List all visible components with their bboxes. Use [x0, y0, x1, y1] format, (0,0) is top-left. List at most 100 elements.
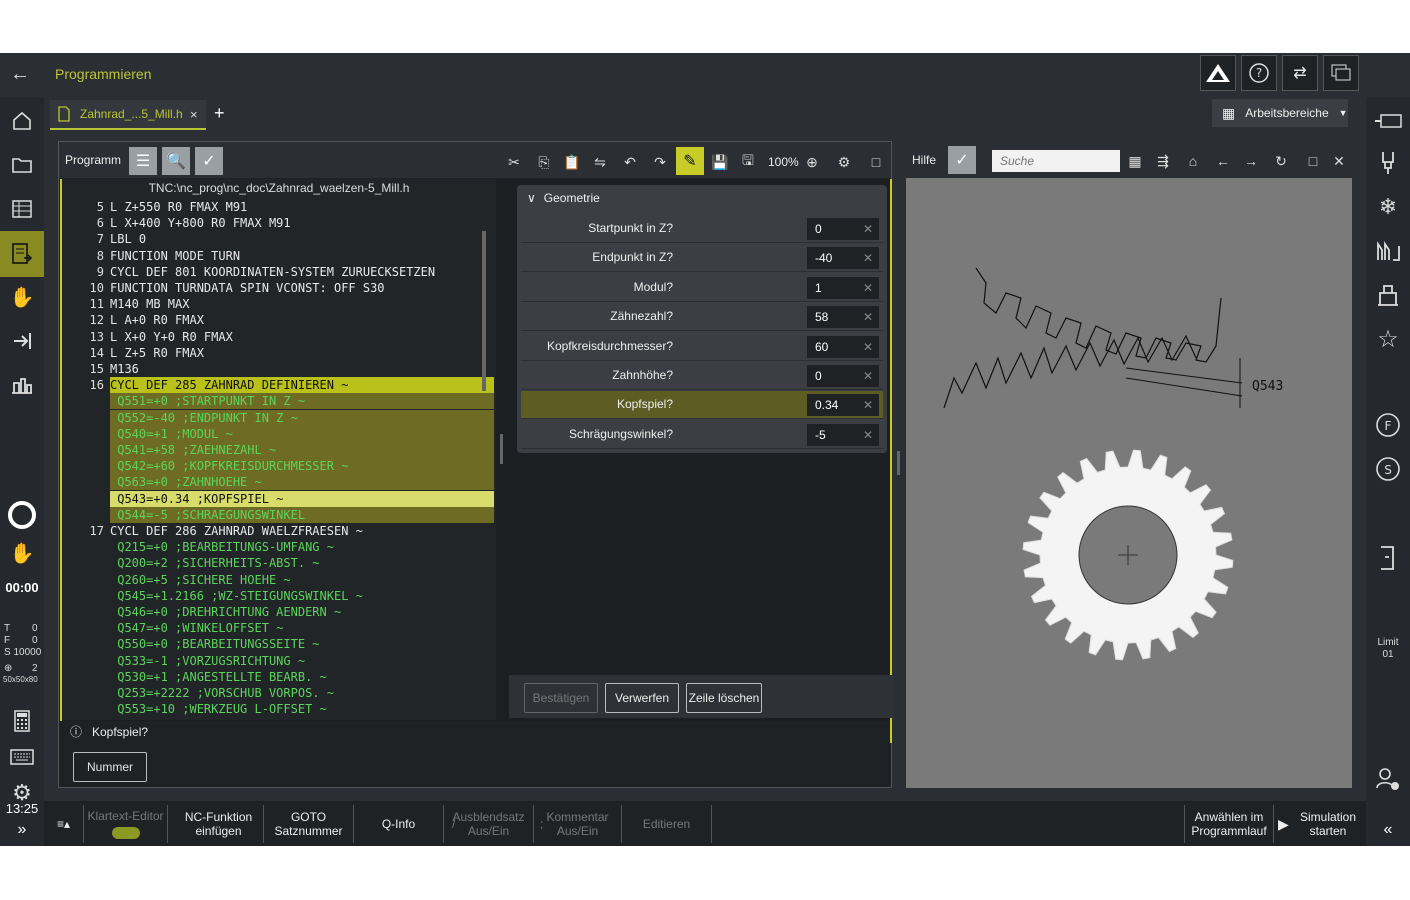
goto-button[interactable]: GOTO Satznummer	[264, 805, 354, 843]
field-input[interactable]: -40 ✕	[807, 247, 879, 270]
door-icon[interactable]	[1366, 537, 1410, 577]
code-line[interactable]: 15 M136	[62, 361, 492, 377]
code-line[interactable]: Q543=+0.34 ;KOPFSPIEL ~	[62, 490, 494, 507]
scrollbar[interactable]	[482, 231, 486, 391]
code-line[interactable]: 14 L Z+5 R0 FMAX	[62, 345, 492, 361]
search-icon[interactable]: 🔍	[162, 147, 190, 175]
start-simulation-button[interactable]: ▶ Simulation starten	[1274, 805, 1364, 843]
splitter[interactable]	[500, 434, 503, 464]
clear-icon[interactable]: ✕	[863, 424, 873, 446]
clear-icon[interactable]: ✕	[863, 277, 873, 299]
expand-icon[interactable]: »	[0, 821, 44, 839]
panel-splitter[interactable]	[897, 451, 900, 475]
q-info-button[interactable]: Q-Info	[354, 805, 444, 843]
code-line[interactable]: 11 M140 MB MAX	[62, 296, 492, 312]
skip-block-button[interactable]: / Ausblendsatz Aus/Ein	[444, 805, 534, 843]
code-line[interactable]: Q563=+0 ;ZAHNHOEHE ~	[62, 474, 494, 491]
home-icon[interactable]	[0, 101, 44, 141]
menu-icon[interactable]: ≡▴	[44, 805, 84, 843]
windows-icon[interactable]	[1323, 55, 1359, 91]
panel-toggle-icon[interactable]	[1366, 101, 1410, 141]
code-line[interactable]: 9 CYCL DEF 801 KOORDINATEN-SYSTEM ZURUECK…	[62, 264, 492, 280]
tool-table-icon[interactable]	[1366, 231, 1410, 271]
code-line[interactable]: Q541=+58 ;ZAEHNEZAHL ~	[62, 442, 494, 458]
code-line[interactable]: Q547=+0 ;WINKELOFFSET ~	[62, 620, 492, 636]
coolant-icon[interactable]: ❄	[1366, 187, 1410, 227]
clear-icon[interactable]: ✕	[863, 247, 873, 269]
field-input[interactable]: 1 ✕	[807, 276, 879, 299]
tab-file[interactable]: Zahnrad_...5_Mill.h	[50, 100, 206, 130]
klartext-editor-toggle[interactable]: Klartext-Editor	[84, 805, 168, 843]
field-input[interactable]: 60 ✕	[807, 335, 879, 358]
field-input[interactable]: 0 ✕	[807, 365, 879, 387]
field-input[interactable]: -5 ✕	[807, 423, 879, 446]
check-icon[interactable]: ✓	[195, 147, 223, 175]
refresh-icon[interactable]: ↻	[1268, 148, 1294, 174]
code-line[interactable]: Q545=+1.2166 ;WZ-STEIGUNGSWINKEL ~	[62, 588, 492, 604]
manual-hand-icon[interactable]: ✋	[0, 277, 44, 317]
code-line[interactable]: 17 CYCL DEF 286 ZAHNRAD WAELZFRAESEN ~	[62, 523, 492, 539]
edit-button[interactable]: Editieren	[622, 805, 712, 843]
clear-icon[interactable]: ✕	[863, 306, 873, 328]
confirm-button[interactable]: Bestätigen	[524, 683, 598, 713]
nc-function-button[interactable]: NC-Funktion einfügen	[174, 805, 264, 843]
program-run-icon[interactable]	[0, 321, 44, 361]
user-login-icon[interactable]	[1366, 759, 1410, 799]
code-line[interactable]: Q544=-5 ;SCHRAEGUNGSWINKEL	[62, 506, 494, 523]
cycle-stop-icon[interactable]	[0, 493, 44, 537]
forward-icon[interactable]: →	[1238, 148, 1264, 174]
geometry-header[interactable]: ∨ Geometrie	[527, 191, 600, 205]
back-icon[interactable]: ←	[1210, 148, 1236, 174]
cut-icon[interactable]: ✂	[501, 149, 527, 175]
maximize-icon[interactable]: □	[863, 149, 889, 175]
code-line[interactable]: 6 L X+400 Y+800 R0 FMAX M91	[62, 215, 492, 231]
code-line[interactable]: Q540=+1 ;MODUL ~	[62, 425, 494, 442]
search-input[interactable]	[992, 150, 1120, 172]
keyboard-icon[interactable]	[0, 737, 44, 777]
code-line[interactable]: 12 L A+0 R0 FMAX	[62, 312, 492, 328]
calculator-icon[interactable]	[0, 701, 44, 741]
clear-icon[interactable]: ✕	[863, 365, 873, 387]
copy-icon[interactable]: ⎘	[531, 149, 557, 175]
toggle-switch[interactable]	[111, 827, 140, 839]
close-icon[interactable]: ✕	[1326, 148, 1352, 174]
code-line[interactable]: 13 L X+0 Y+0 R0 FMAX	[62, 329, 492, 345]
number-button[interactable]: Nummer	[73, 752, 147, 782]
code-line[interactable]: Q533=-1 ;VORZUGSRICHTUNG ~	[62, 653, 492, 669]
workspaces-button[interactable]: ▦ Arbeitsbereiche ▼	[1212, 99, 1348, 127]
discard-button[interactable]: Verwerfen	[605, 683, 679, 713]
delete-line-button[interactable]: Zeile löschen	[686, 683, 762, 713]
field-input[interactable]: 0 ✕	[807, 218, 879, 240]
code-line[interactable]: Q200=+2 ;SICHERHEITS-ABST. ~	[62, 555, 492, 571]
undo-icon[interactable]: ↶	[617, 149, 643, 175]
code-line[interactable]: 5 L Z+550 R0 FMAX M91	[62, 199, 492, 215]
code-line[interactable]: 8 FUNCTION MODE TURN	[62, 248, 492, 264]
feed-override-icon[interactable]: F	[1366, 405, 1410, 445]
code-line[interactable]: 7 LBL 0	[62, 231, 492, 247]
maximize-icon[interactable]: □	[1300, 148, 1326, 174]
hand-wheel-icon[interactable]: ✋	[0, 533, 44, 573]
code-line[interactable]: Q553=+10 ;WERKZEUG L-OFFSET ~	[62, 701, 492, 717]
comment-button[interactable]: ; Kommentar Aus/Ein	[534, 805, 622, 843]
code-line[interactable]: Q551=+0 ;STARTPUNKT IN Z ~	[62, 393, 494, 410]
clear-icon[interactable]: ✕	[863, 394, 873, 416]
folder-icon[interactable]	[0, 145, 44, 185]
favorites-star-icon[interactable]: ☆	[1366, 319, 1410, 359]
code-line[interactable]: Q530=+1 ;ANGESTELLTE BEARB. ~	[62, 669, 492, 685]
code-line[interactable]: Q260=+5 ;SICHERE HOEHE ~	[62, 572, 492, 588]
back-arrow-icon[interactable]: ←	[10, 63, 30, 86]
code-line[interactable]: Q552=-40 ;ENDPUNKT IN Z ~	[62, 409, 494, 426]
paste-icon[interactable]: 📋	[559, 149, 585, 175]
zoom-icon[interactable]: ⊕	[799, 149, 825, 175]
code-line[interactable]: 16 CYCL DEF 285 ZAHNRAD DEFINIEREN ~	[62, 377, 494, 394]
clear-icon[interactable]: ✕	[863, 336, 873, 358]
home-icon[interactable]: ⌂	[1180, 148, 1206, 174]
redo-icon[interactable]: ↷	[647, 149, 673, 175]
code-line[interactable]: Q253=+2222 ;VORSCHUB VORPOS. ~	[62, 685, 492, 701]
tab-close-icon[interactable]: ×	[190, 107, 198, 122]
spindle-override-icon[interactable]: S	[1366, 449, 1410, 489]
heidenhain-logo-icon[interactable]	[1200, 55, 1236, 91]
grid-icon[interactable]: ▦	[1122, 148, 1148, 174]
check-icon[interactable]: ✓	[948, 146, 976, 174]
code-line[interactable]: Q215=+0 ;BEARBEITUNGS-UMFANG ~	[62, 539, 492, 555]
